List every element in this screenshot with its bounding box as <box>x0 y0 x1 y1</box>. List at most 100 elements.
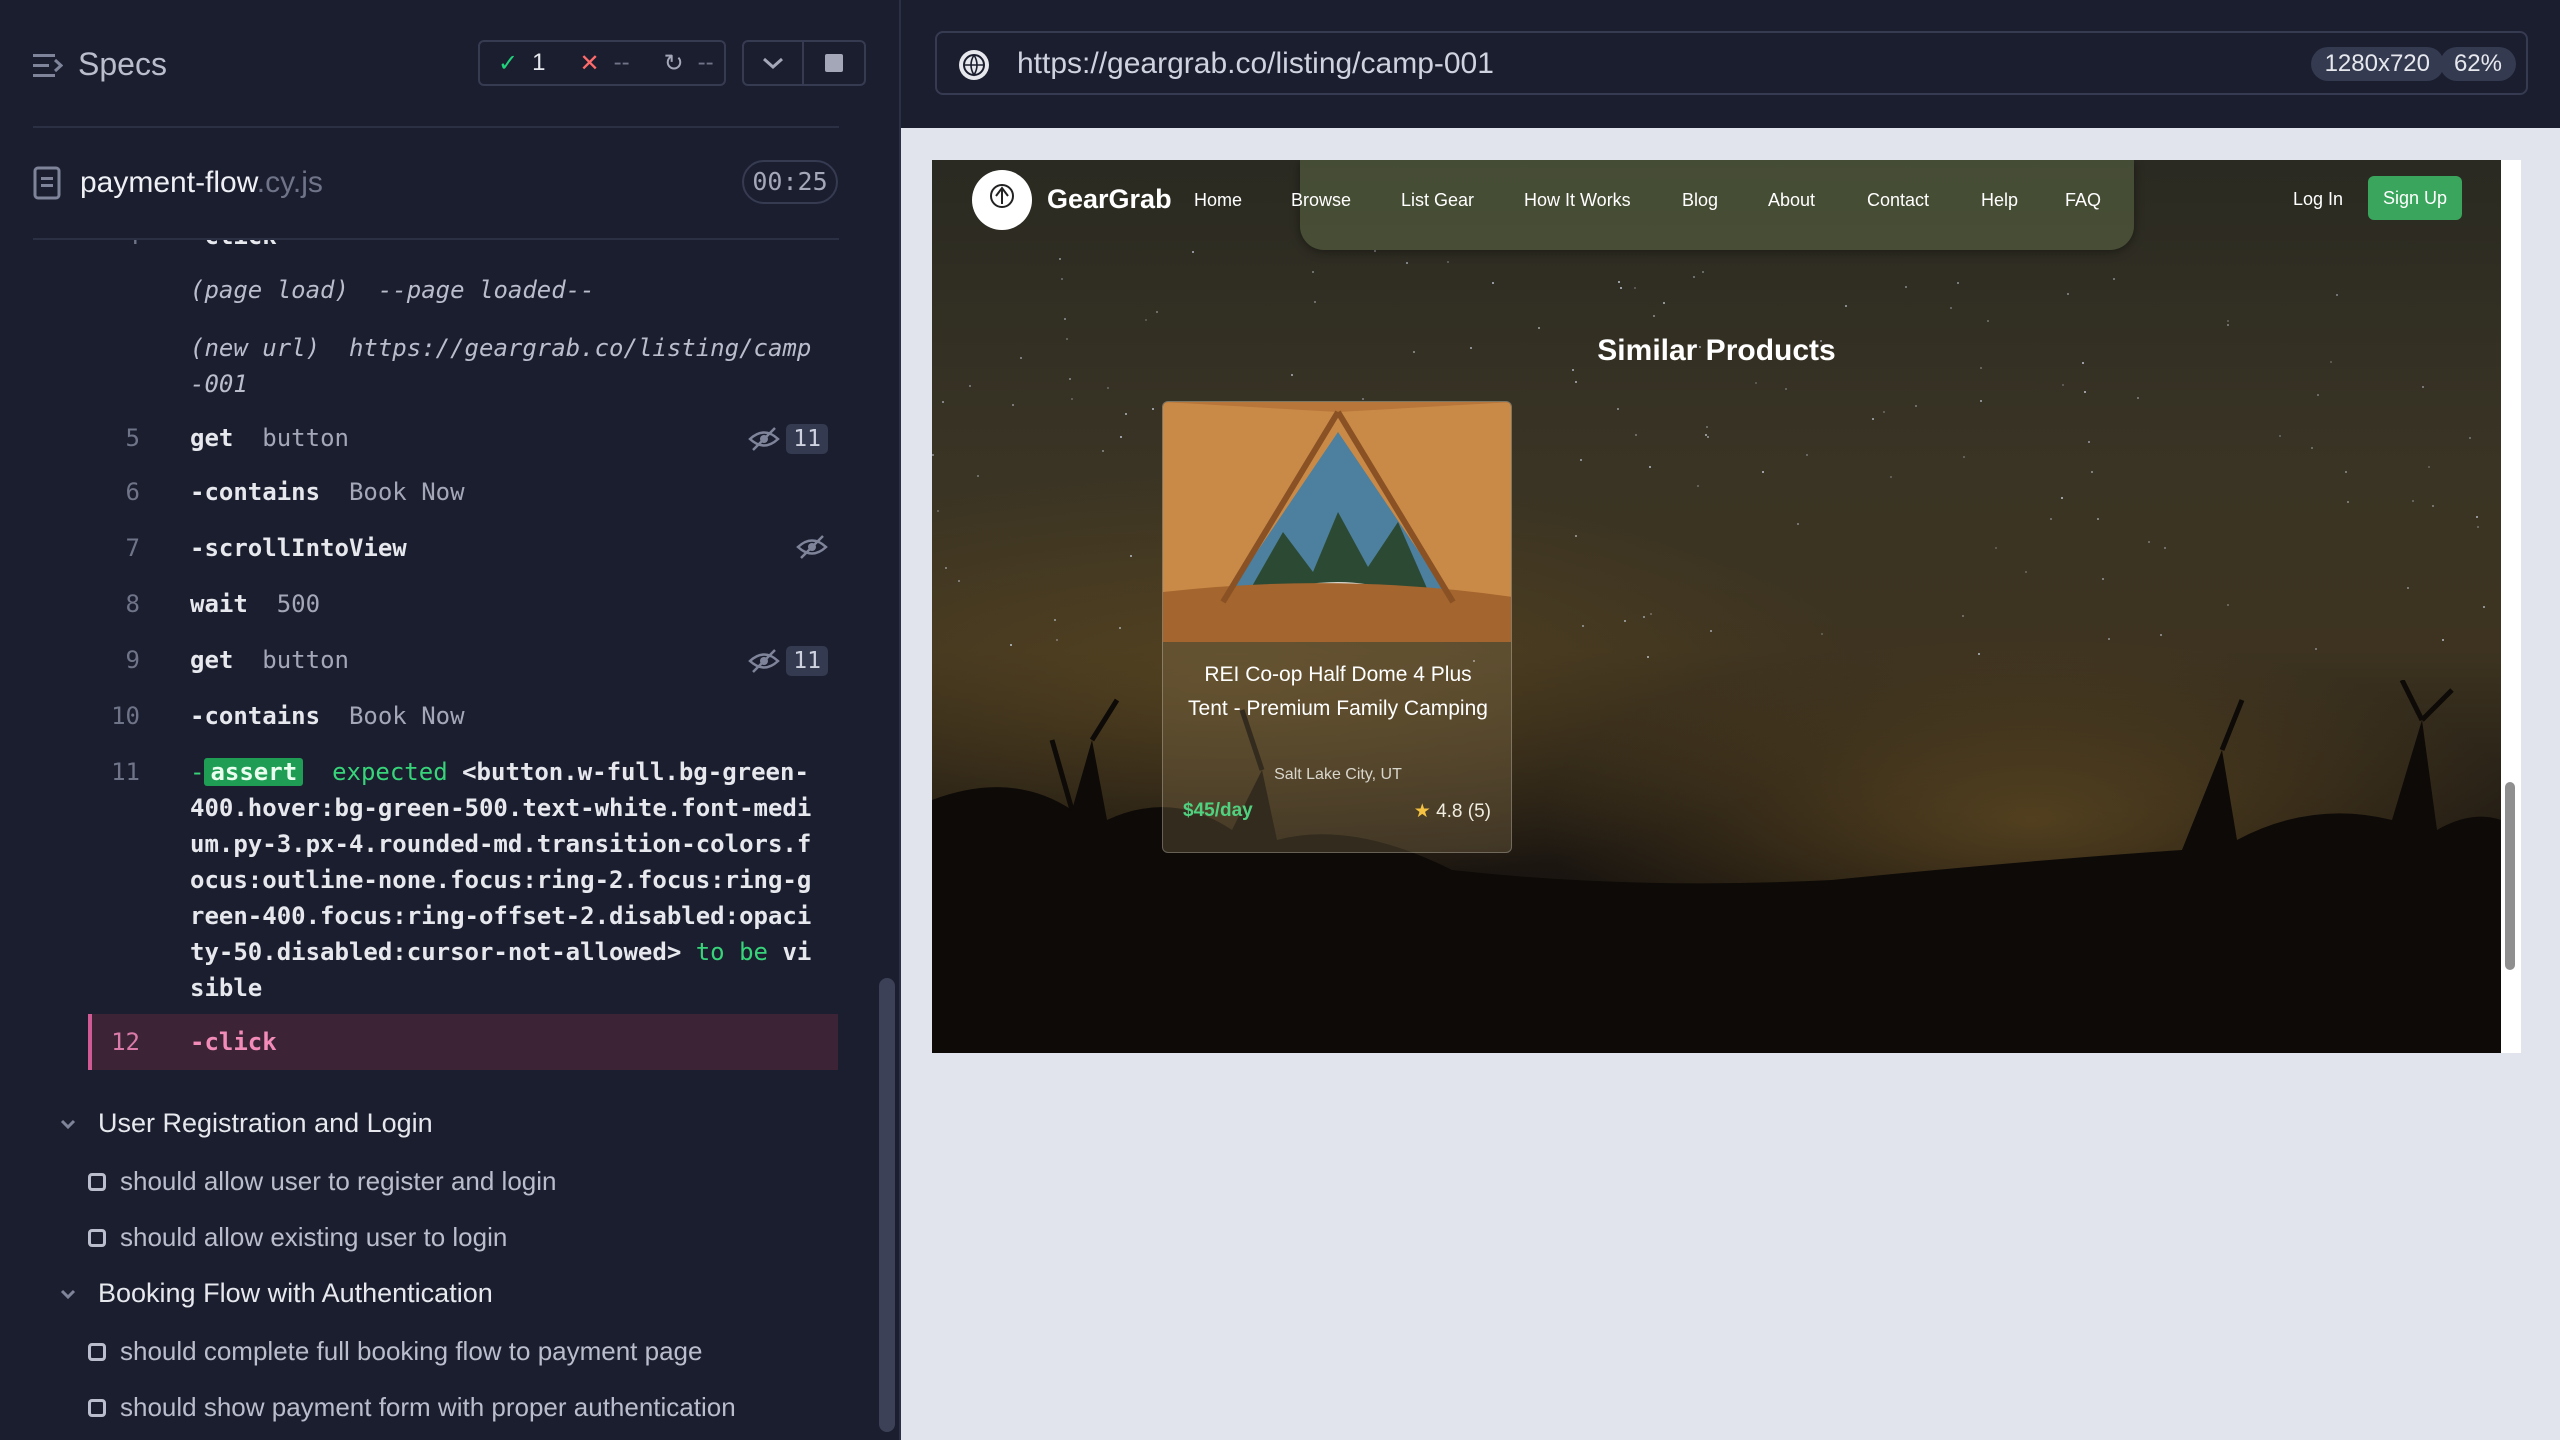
star <box>2025 571 2027 573</box>
stop-button[interactable] <box>804 40 866 86</box>
spec-file-ext: .cy.js <box>256 166 323 199</box>
test-title: should allow user to register and login <box>120 1166 557 1196</box>
suite-header[interactable]: User Registration and Login <box>56 1108 433 1139</box>
chevron-down-icon <box>763 57 783 70</box>
star <box>1697 485 1699 487</box>
nav-browse[interactable]: Browse <box>1291 190 1401 211</box>
spec-timer: 00:25 <box>742 160 838 204</box>
star <box>1706 426 1708 428</box>
star <box>1995 547 1997 549</box>
checkbox-icon <box>88 1172 106 1191</box>
reporter-scrollbar[interactable] <box>877 128 897 1440</box>
signup-button[interactable]: Sign Up <box>2368 176 2462 220</box>
command-name: -click <box>190 1028 277 1056</box>
star <box>1575 381 1577 383</box>
app-iframe: GearGrab Home Browse List Gear How It Wo… <box>932 160 2501 1053</box>
spinner-icon: ↻ <box>663 49 684 77</box>
nav-how-it-works[interactable]: How It Works <box>1524 190 1682 211</box>
checkbox-icon <box>88 1342 106 1361</box>
spec-file-name: payment-flow.cy.js <box>80 166 323 200</box>
star <box>969 385 971 387</box>
star <box>1710 630 1712 632</box>
star <box>1702 271 1704 273</box>
test-item[interactable]: should complete full booking flow to pay… <box>88 1336 702 1367</box>
command-name: get <box>190 646 234 674</box>
test-stats: ✓ 1 ✕ -- ↻ -- <box>478 40 726 86</box>
star <box>1693 276 1695 278</box>
brand-name[interactable]: GearGrab <box>1047 184 1172 215</box>
nav-help[interactable]: Help <box>1981 190 2065 211</box>
assert-expected: expected <box>332 758 448 786</box>
star <box>2422 386 2424 388</box>
spec-file-row[interactable]: payment-flow.cy.js 00:25 <box>0 150 899 240</box>
command-arg: --page loaded-- <box>377 276 595 304</box>
nav-faq[interactable]: FAQ <box>2065 190 2125 211</box>
nav-about[interactable]: About <box>1768 190 1867 211</box>
star <box>1649 466 1651 468</box>
test-item[interactable]: should show payment form with proper aut… <box>88 1392 736 1423</box>
star <box>2315 648 2317 650</box>
nav-list-gear[interactable]: List Gear <box>1401 190 1524 211</box>
star <box>1653 315 1655 317</box>
scrollbar-thumb[interactable] <box>879 978 895 1432</box>
command-number: 7 <box>125 534 140 562</box>
star <box>2088 441 2090 443</box>
nav-contact[interactable]: Contact <box>1867 190 1981 211</box>
star <box>1107 387 1109 389</box>
star <box>1845 305 1847 307</box>
star <box>937 510 939 512</box>
star <box>1643 616 1645 618</box>
iframe-scrollbar-thumb[interactable] <box>2505 782 2515 970</box>
star <box>1797 523 1799 525</box>
star <box>1362 398 1364 400</box>
suite-header[interactable]: Booking Flow with Authentication <box>56 1278 493 1309</box>
star <box>2407 587 2409 589</box>
test-title: should allow existing user to login <box>120 1222 508 1252</box>
specs-menu-icon[interactable] <box>33 52 63 80</box>
stop-icon <box>825 54 843 72</box>
x-icon: ✕ <box>579 49 600 77</box>
url-text: https://geargrab.co/listing/camp-001 <box>1017 47 1494 80</box>
star <box>1634 287 1636 289</box>
command-name: -contains <box>190 478 321 506</box>
star <box>2432 505 2434 507</box>
test-item[interactable]: should allow user to register and login <box>88 1166 556 1197</box>
command-number: 4 <box>88 240 140 254</box>
product-title[interactable]: REI Co-op Half Dome 4 Plus Tent - Premiu… <box>1183 658 1493 726</box>
url-bar[interactable]: https://geargrab.co/listing/camp-001 128… <box>935 31 2528 95</box>
star <box>1905 286 1907 288</box>
product-card[interactable]: REI Co-op Half Dome 4 Plus Tent - Premiu… <box>1162 401 1512 853</box>
star <box>1406 262 1408 264</box>
eye-slash-icon <box>748 649 781 673</box>
command-name: wait <box>190 590 248 618</box>
star <box>2336 294 2338 296</box>
star <box>1978 653 1980 655</box>
star <box>1755 382 1757 384</box>
star <box>1806 454 1808 456</box>
command-name: get <box>190 424 234 452</box>
star <box>1125 413 1127 415</box>
star <box>1374 250 1376 252</box>
login-link[interactable]: Log In <box>2293 189 2343 210</box>
test-title: should complete full booking flow to pay… <box>120 1336 703 1366</box>
test-item[interactable]: should allow existing user to login <box>88 1222 507 1253</box>
command-row-active[interactable]: 12 -click <box>88 1014 838 1070</box>
product-price: $45/day <box>1183 800 1253 821</box>
suite-title: Booking Flow with Authentication <box>98 1278 493 1308</box>
test-title: should show payment form with proper aut… <box>120 1392 736 1422</box>
nav-blog[interactable]: Blog <box>1682 190 1768 211</box>
chevron-down-icon <box>60 1289 76 1299</box>
star <box>2227 324 2229 326</box>
nav-home[interactable]: Home <box>1194 190 1291 211</box>
dropdown-button[interactable] <box>742 40 804 86</box>
star <box>1192 251 1194 253</box>
specs-title[interactable]: Specs <box>78 46 167 83</box>
geargrab-logo[interactable] <box>972 170 1032 230</box>
star <box>1056 639 1058 641</box>
section-title: Similar Products <box>1597 334 1836 367</box>
star <box>1582 625 1584 627</box>
star <box>2067 293 2069 295</box>
star <box>1872 418 1874 420</box>
star <box>2148 541 2150 543</box>
star <box>1130 555 1132 557</box>
